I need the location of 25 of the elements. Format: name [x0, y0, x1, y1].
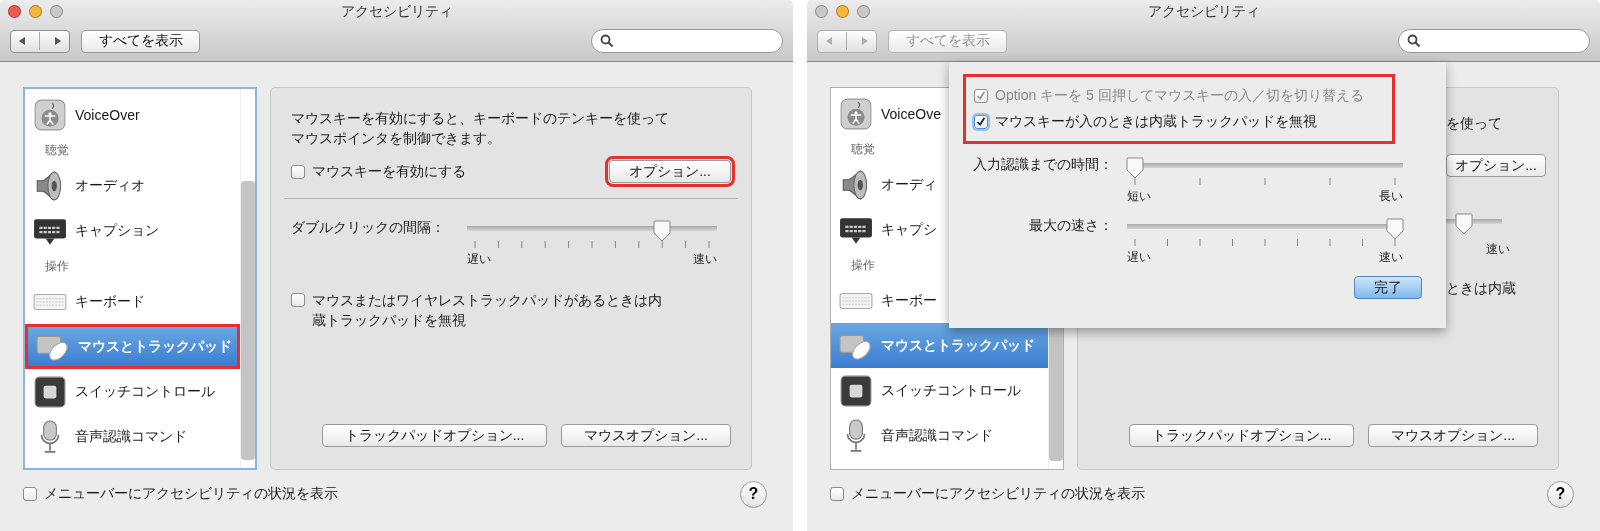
section-header: 聴覚	[44, 142, 70, 159]
max-label: 長い	[1379, 188, 1403, 205]
section-header: 操作	[850, 257, 876, 274]
max-label: 速い	[1486, 241, 1510, 258]
checkbox-label: メニューバーにアクセシビリティの状況を表示	[851, 485, 1145, 503]
window-title: アクセシビリティ	[1147, 3, 1260, 21]
description-text: を使って	[1446, 115, 1502, 133]
checkbox-label: Option キーを 5 回押してマウスキーの入／切を切り替える	[995, 87, 1364, 105]
min-label: 遅い	[1127, 249, 1151, 266]
checkbox-label: マウスキーが入のときは内蔵トラックパッドを無視	[995, 113, 1317, 131]
checkbox-label: メニューバーにアクセシビリティの状況を表示	[44, 485, 338, 503]
min-label: 遅い	[467, 251, 491, 268]
slider-label: 入力認識までの時間：	[972, 156, 1113, 174]
min-label: 短い	[1127, 188, 1151, 205]
checkbox-label: マウスキーを有効にする	[312, 162, 466, 181]
description-text: マウスキーを有効にすると、キーボードのテンキーを使ってマウスポインタを制御できます。	[291, 109, 670, 148]
checkbox-label: ときは内蔵	[1446, 280, 1516, 298]
slider-label: 最大の速さ：	[1028, 217, 1113, 235]
checkbox-label: マウスまたはワイヤレストラックパッドがあるときは内蔵トラックパッドを無視	[312, 291, 663, 330]
section-header: 聴覚	[850, 141, 876, 158]
slider-label: ダブルクリックの間隔：	[291, 219, 446, 237]
max-label: 速い	[1379, 249, 1403, 266]
max-label: 速い	[693, 251, 717, 268]
window-title: アクセシビリティ	[340, 3, 453, 21]
section-header: 操作	[44, 258, 70, 275]
